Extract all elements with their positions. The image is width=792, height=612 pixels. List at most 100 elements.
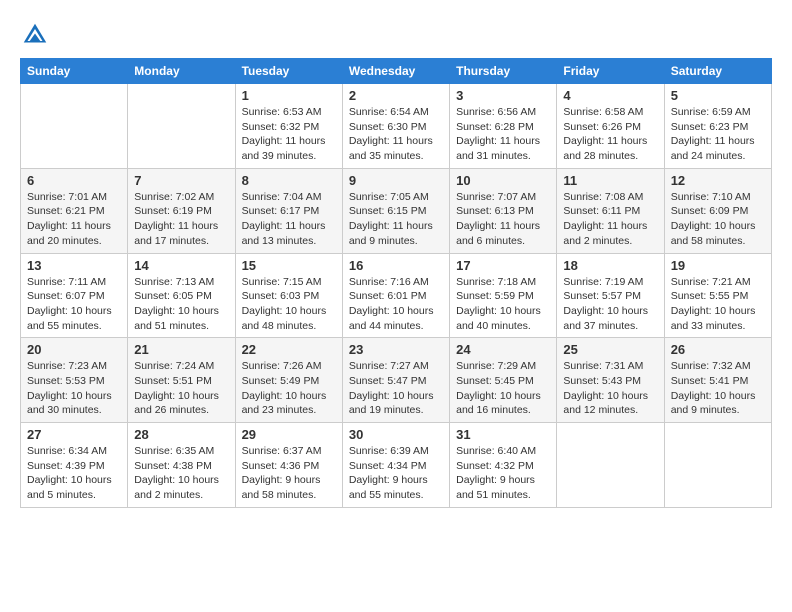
weekday-header-sunday: Sunday	[21, 59, 128, 84]
weekday-header-thursday: Thursday	[450, 59, 557, 84]
day-number: 30	[349, 427, 443, 442]
day-info: Sunrise: 7:27 AM Sunset: 5:47 PM Dayligh…	[349, 359, 443, 418]
day-number: 15	[242, 258, 336, 273]
calendar: SundayMondayTuesdayWednesdayThursdayFrid…	[20, 58, 772, 508]
day-number: 20	[27, 342, 121, 357]
logo-icon	[20, 20, 50, 50]
day-number: 31	[456, 427, 550, 442]
calendar-cell: 13Sunrise: 7:11 AM Sunset: 6:07 PM Dayli…	[21, 253, 128, 338]
day-info: Sunrise: 7:23 AM Sunset: 5:53 PM Dayligh…	[27, 359, 121, 418]
day-info: Sunrise: 7:24 AM Sunset: 5:51 PM Dayligh…	[134, 359, 228, 418]
day-number: 6	[27, 173, 121, 188]
logo	[20, 20, 54, 50]
calendar-cell: 23 Sunrise: 7:27 AM Sunset: 5:47 PM Dayli…	[342, 338, 449, 423]
day-number: 11	[563, 173, 657, 188]
day-info: Sunrise: 6:37 AM Sunset: 4:36 PM Dayligh…	[242, 444, 336, 503]
calendar-cell: 7Sunrise: 7:02 AM Sunset: 6:19 PM Daylig…	[128, 168, 235, 253]
calendar-week-3: 13Sunrise: 7:11 AM Sunset: 6:07 PM Dayli…	[21, 253, 772, 338]
day-number: 18	[563, 258, 657, 273]
day-number: 5	[671, 88, 765, 103]
calendar-cell: 1 Sunrise: 6:53 AM Sunset: 6:32 PM Daylig…	[235, 84, 342, 169]
day-info: Sunrise: 7:16 AM Sunset: 6:01 PM Dayligh…	[349, 275, 443, 334]
calendar-cell: 26Sunrise: 7:32 AM Sunset: 5:41 PM Dayli…	[664, 338, 771, 423]
calendar-cell: 29Sunrise: 6:37 AM Sunset: 4:36 PM Dayli…	[235, 423, 342, 508]
calendar-cell: 10 Sunrise: 7:07 AM Sunset: 6:13 PM Dayli…	[450, 168, 557, 253]
day-number: 23	[349, 342, 443, 357]
calendar-cell	[21, 84, 128, 169]
day-number: 21	[134, 342, 228, 357]
day-number: 13	[27, 258, 121, 273]
weekday-header-tuesday: Tuesday	[235, 59, 342, 84]
day-number: 1	[242, 88, 336, 103]
day-info: Sunrise: 6:53 AM Sunset: 6:32 PM Dayligh…	[242, 105, 336, 164]
day-number: 19	[671, 258, 765, 273]
day-number: 26	[671, 342, 765, 357]
day-info: Sunrise: 7:15 AM Sunset: 6:03 PM Dayligh…	[242, 275, 336, 334]
day-info: Sunrise: 6:34 AM Sunset: 4:39 PM Dayligh…	[27, 444, 121, 503]
day-info: Sunrise: 7:21 AM Sunset: 5:55 PM Dayligh…	[671, 275, 765, 334]
day-info: Sunrise: 7:07 AM Sunset: 6:13 PM Dayligh…	[456, 190, 550, 249]
weekday-header-wednesday: Wednesday	[342, 59, 449, 84]
day-info: Sunrise: 7:29 AM Sunset: 5:45 PM Dayligh…	[456, 359, 550, 418]
day-info: Sunrise: 6:35 AM Sunset: 4:38 PM Dayligh…	[134, 444, 228, 503]
day-info: Sunrise: 6:59 AM Sunset: 6:23 PM Dayligh…	[671, 105, 765, 164]
day-info: Sunrise: 7:05 AM Sunset: 6:15 PM Dayligh…	[349, 190, 443, 249]
calendar-cell: 4 Sunrise: 6:58 AM Sunset: 6:26 PM Daylig…	[557, 84, 664, 169]
day-number: 12	[671, 173, 765, 188]
day-info: Sunrise: 6:58 AM Sunset: 6:26 PM Dayligh…	[563, 105, 657, 164]
calendar-week-5: 27 Sunrise: 6:34 AM Sunset: 4:39 PM Dayli…	[21, 423, 772, 508]
calendar-cell: 8 Sunrise: 7:04 AM Sunset: 6:17 PM Daylig…	[235, 168, 342, 253]
day-number: 3	[456, 88, 550, 103]
calendar-cell: 17 Sunrise: 7:18 AM Sunset: 5:59 PM Dayli…	[450, 253, 557, 338]
day-number: 2	[349, 88, 443, 103]
day-number: 8	[242, 173, 336, 188]
day-info: Sunrise: 7:02 AM Sunset: 6:19 PM Dayligh…	[134, 190, 228, 249]
calendar-cell: 18 Sunrise: 7:19 AM Sunset: 5:57 PM Dayli…	[557, 253, 664, 338]
calendar-cell: 24 Sunrise: 7:29 AM Sunset: 5:45 PM Dayli…	[450, 338, 557, 423]
day-info: Sunrise: 6:39 AM Sunset: 4:34 PM Dayligh…	[349, 444, 443, 503]
day-info: Sunrise: 7:26 AM Sunset: 5:49 PM Dayligh…	[242, 359, 336, 418]
calendar-cell: 20 Sunrise: 7:23 AM Sunset: 5:53 PM Dayli…	[21, 338, 128, 423]
day-number: 28	[134, 427, 228, 442]
calendar-cell: 16 Sunrise: 7:16 AM Sunset: 6:01 PM Dayli…	[342, 253, 449, 338]
day-info: Sunrise: 7:08 AM Sunset: 6:11 PM Dayligh…	[563, 190, 657, 249]
day-number: 10	[456, 173, 550, 188]
calendar-week-2: 6Sunrise: 7:01 AM Sunset: 6:21 PM Daylig…	[21, 168, 772, 253]
calendar-cell: 21 Sunrise: 7:24 AM Sunset: 5:51 PM Dayli…	[128, 338, 235, 423]
day-number: 14	[134, 258, 228, 273]
calendar-cell: 27 Sunrise: 6:34 AM Sunset: 4:39 PM Dayli…	[21, 423, 128, 508]
day-info: Sunrise: 6:54 AM Sunset: 6:30 PM Dayligh…	[349, 105, 443, 164]
calendar-cell: 28 Sunrise: 6:35 AM Sunset: 4:38 PM Dayli…	[128, 423, 235, 508]
weekday-header-saturday: Saturday	[664, 59, 771, 84]
day-number: 22	[242, 342, 336, 357]
weekday-header-monday: Monday	[128, 59, 235, 84]
calendar-body: 1 Sunrise: 6:53 AM Sunset: 6:32 PM Daylig…	[21, 84, 772, 508]
calendar-week-1: 1 Sunrise: 6:53 AM Sunset: 6:32 PM Daylig…	[21, 84, 772, 169]
calendar-cell: 25Sunrise: 7:31 AM Sunset: 5:43 PM Dayli…	[557, 338, 664, 423]
day-info: Sunrise: 7:04 AM Sunset: 6:17 PM Dayligh…	[242, 190, 336, 249]
calendar-cell	[664, 423, 771, 508]
day-info: Sunrise: 7:13 AM Sunset: 6:05 PM Dayligh…	[134, 275, 228, 334]
day-number: 17	[456, 258, 550, 273]
day-info: Sunrise: 7:31 AM Sunset: 5:43 PM Dayligh…	[563, 359, 657, 418]
calendar-cell: 9 Sunrise: 7:05 AM Sunset: 6:15 PM Daylig…	[342, 168, 449, 253]
calendar-header: SundayMondayTuesdayWednesdayThursdayFrid…	[21, 59, 772, 84]
day-number: 24	[456, 342, 550, 357]
calendar-cell: 2 Sunrise: 6:54 AM Sunset: 6:30 PM Daylig…	[342, 84, 449, 169]
day-info: Sunrise: 7:18 AM Sunset: 5:59 PM Dayligh…	[456, 275, 550, 334]
calendar-cell: 6Sunrise: 7:01 AM Sunset: 6:21 PM Daylig…	[21, 168, 128, 253]
calendar-cell: 3Sunrise: 6:56 AM Sunset: 6:28 PM Daylig…	[450, 84, 557, 169]
day-info: Sunrise: 7:19 AM Sunset: 5:57 PM Dayligh…	[563, 275, 657, 334]
day-number: 9	[349, 173, 443, 188]
day-number: 16	[349, 258, 443, 273]
calendar-cell: 19 Sunrise: 7:21 AM Sunset: 5:55 PM Dayli…	[664, 253, 771, 338]
calendar-cell: 12Sunrise: 7:10 AM Sunset: 6:09 PM Dayli…	[664, 168, 771, 253]
calendar-cell: 14 Sunrise: 7:13 AM Sunset: 6:05 PM Dayli…	[128, 253, 235, 338]
weekday-header-friday: Friday	[557, 59, 664, 84]
calendar-cell: 11 Sunrise: 7:08 AM Sunset: 6:11 PM Dayli…	[557, 168, 664, 253]
day-number: 4	[563, 88, 657, 103]
calendar-cell	[128, 84, 235, 169]
calendar-week-4: 20 Sunrise: 7:23 AM Sunset: 5:53 PM Dayli…	[21, 338, 772, 423]
calendar-cell: 5 Sunrise: 6:59 AM Sunset: 6:23 PM Daylig…	[664, 84, 771, 169]
day-number: 27	[27, 427, 121, 442]
